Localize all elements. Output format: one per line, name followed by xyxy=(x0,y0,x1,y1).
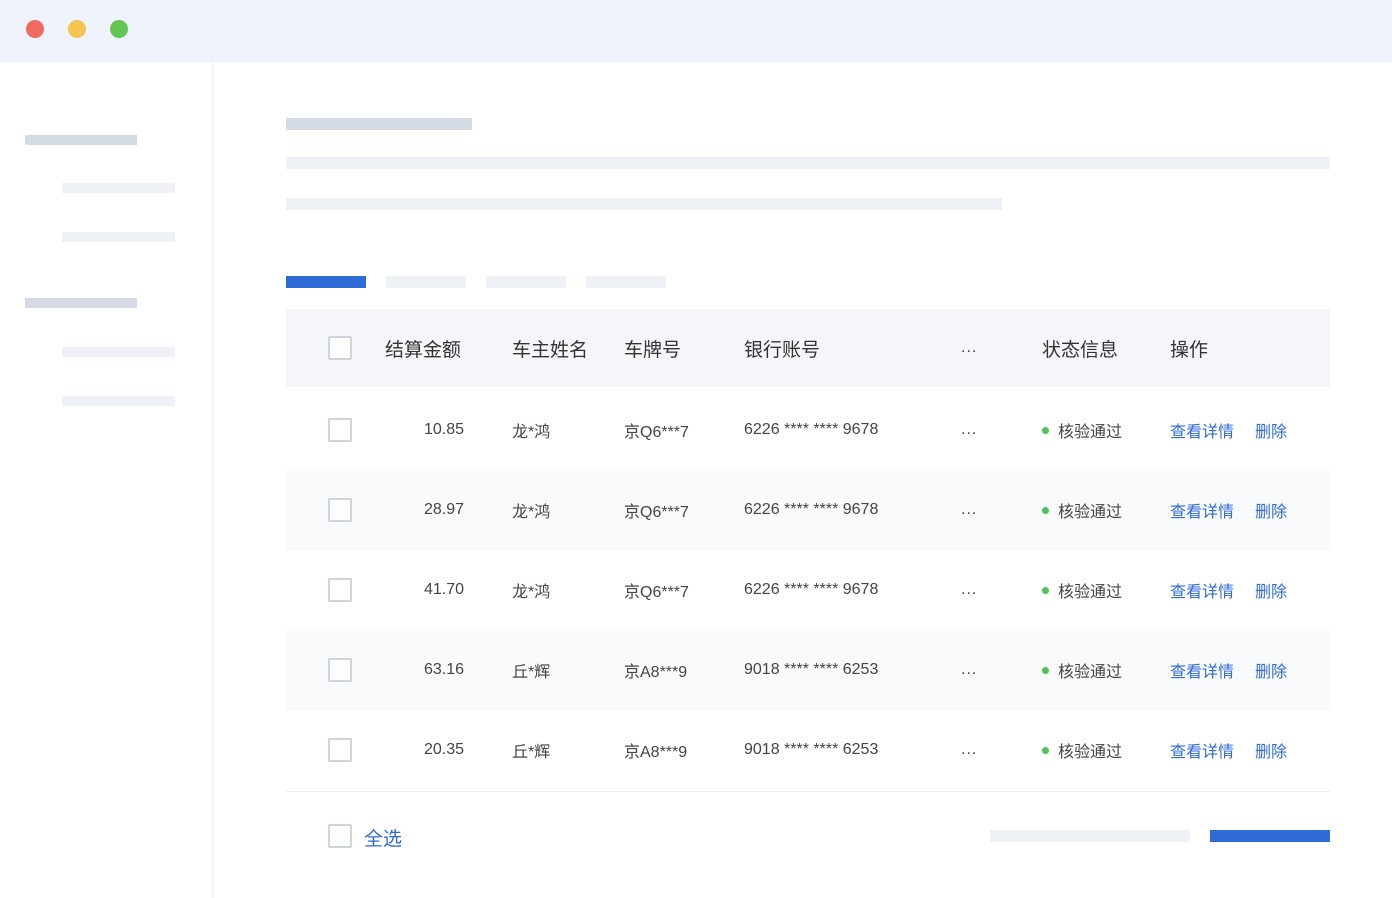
delete-link[interactable]: 删除 xyxy=(1255,550,1287,630)
delete-link[interactable]: 删除 xyxy=(1255,470,1287,550)
cell-amount: 20.35 xyxy=(423,741,464,758)
header-actions: 操作 xyxy=(1170,339,1209,361)
status-text: 核验通过 xyxy=(1058,424,1123,441)
sidebar-item-placeholder[interactable] xyxy=(62,232,175,242)
select-all-checkbox[interactable] xyxy=(328,824,352,848)
header-plate: 车牌号 xyxy=(624,339,682,361)
tab-placeholder[interactable] xyxy=(586,276,666,288)
window-maximize-button[interactable] xyxy=(110,20,128,38)
row-checkbox[interactable] xyxy=(328,738,352,762)
table-row: 41.70 龙*鸿 京Q6***7 6226 **** **** 9678 ..… xyxy=(286,550,1330,630)
header-status: 状态信息 xyxy=(1042,339,1119,361)
header-more: ... xyxy=(961,339,978,356)
cell-status: 核验通过 xyxy=(1042,630,1122,710)
cell-plate: 京A8***9 xyxy=(624,744,688,761)
sidebar-item-placeholder[interactable] xyxy=(62,396,175,406)
cell-more: ... xyxy=(961,501,978,518)
view-details-link[interactable]: 查看详情 xyxy=(1170,470,1234,550)
header-checkbox[interactable] xyxy=(328,336,352,360)
cell-more: ... xyxy=(961,421,978,438)
tab-active[interactable] xyxy=(286,276,366,288)
sidebar-item-placeholder[interactable] xyxy=(62,183,175,193)
delete-link[interactable]: 删除 xyxy=(1255,390,1287,470)
cell-owner: 龙*鸿 xyxy=(512,504,551,521)
cell-plate: 京A8***9 xyxy=(624,664,688,681)
page-description-placeholder xyxy=(286,198,1002,210)
view-details-link[interactable]: 查看详情 xyxy=(1170,630,1234,710)
window-minimize-button[interactable] xyxy=(68,20,86,38)
cell-plate: 京Q6***7 xyxy=(624,504,689,521)
cell-bank-account: 6226 **** **** 9678 xyxy=(744,581,879,598)
view-details-link[interactable]: 查看详情 xyxy=(1170,390,1234,470)
cell-status: 核验通过 xyxy=(1042,390,1122,470)
cell-more: ... xyxy=(961,661,978,678)
cell-amount: 28.97 xyxy=(423,501,464,518)
page-title-placeholder xyxy=(286,118,472,130)
page-description-placeholder xyxy=(286,157,1330,169)
tab-placeholder[interactable] xyxy=(486,276,566,288)
select-all-label[interactable]: 全选 xyxy=(364,824,402,851)
window-titlebar xyxy=(0,0,1392,62)
delete-link[interactable]: 删除 xyxy=(1255,630,1287,710)
table-footer-divider xyxy=(286,791,1330,792)
table-row: 20.35 丘*辉 京A8***9 9018 **** **** 6253 ..… xyxy=(286,710,1330,790)
header-amount: 结算金额 xyxy=(385,339,462,361)
sidebar xyxy=(0,62,214,898)
status-dot-icon xyxy=(1042,426,1049,434)
sidebar-item-placeholder[interactable] xyxy=(62,347,175,357)
table-row: 63.16 丘*辉 京A8***9 9018 **** **** 6253 ..… xyxy=(286,630,1330,710)
view-details-link[interactable]: 查看详情 xyxy=(1170,710,1234,790)
window-close-button[interactable] xyxy=(26,20,44,38)
table-row: 10.85 龙*鸿 京Q6***7 6226 **** **** 9678 ..… xyxy=(286,390,1330,470)
status-dot-icon xyxy=(1042,506,1049,514)
status-text: 核验通过 xyxy=(1058,744,1123,761)
cell-bank-account: 6226 **** **** 9678 xyxy=(744,421,879,438)
cell-owner: 丘*辉 xyxy=(512,664,551,681)
status-text: 核验通过 xyxy=(1058,664,1123,681)
cell-status: 核验通过 xyxy=(1042,550,1122,630)
cell-bank-account: 9018 **** **** 6253 xyxy=(744,741,879,758)
table-header: 结算金额 车主姓名 车牌号 银行账号 ... 状态信息 操作 xyxy=(286,309,1330,387)
sidebar-group-placeholder xyxy=(25,298,137,308)
status-text: 核验通过 xyxy=(1058,584,1123,601)
cell-owner: 龙*鸿 xyxy=(512,424,551,441)
status-dot-icon xyxy=(1042,586,1049,594)
delete-link[interactable]: 删除 xyxy=(1255,710,1287,790)
tab-placeholder[interactable] xyxy=(386,276,466,288)
cell-status: 核验通过 xyxy=(1042,710,1122,790)
cell-bank-account: 6226 **** **** 9678 xyxy=(744,501,879,518)
status-text: 核验通过 xyxy=(1058,504,1123,521)
cell-owner: 龙*鸿 xyxy=(512,584,551,601)
cell-amount: 41.70 xyxy=(423,581,464,598)
cell-owner: 丘*辉 xyxy=(512,744,551,761)
cell-more: ... xyxy=(961,581,978,598)
row-checkbox[interactable] xyxy=(328,658,352,682)
view-details-link[interactable]: 查看详情 xyxy=(1170,550,1234,630)
cell-status: 核验通过 xyxy=(1042,470,1122,550)
header-owner: 车主姓名 xyxy=(512,339,589,361)
sidebar-group-placeholder xyxy=(25,135,137,145)
status-dot-icon xyxy=(1042,666,1049,674)
primary-action-button[interactable] xyxy=(1210,830,1330,842)
status-dot-icon xyxy=(1042,746,1049,754)
cell-plate: 京Q6***7 xyxy=(624,424,689,441)
cell-bank-account: 9018 **** **** 6253 xyxy=(744,661,879,678)
header-bank-account: 银行账号 xyxy=(744,339,821,361)
cell-amount: 63.16 xyxy=(423,661,464,678)
row-checkbox[interactable] xyxy=(328,498,352,522)
table-row: 28.97 龙*鸿 京Q6***7 6226 **** **** 9678 ..… xyxy=(286,470,1330,550)
cell-more: ... xyxy=(961,741,978,758)
row-checkbox[interactable] xyxy=(328,578,352,602)
cell-amount: 10.85 xyxy=(423,421,464,438)
pagination-placeholder xyxy=(990,830,1190,842)
row-checkbox[interactable] xyxy=(328,418,352,442)
cell-plate: 京Q6***7 xyxy=(624,584,689,601)
